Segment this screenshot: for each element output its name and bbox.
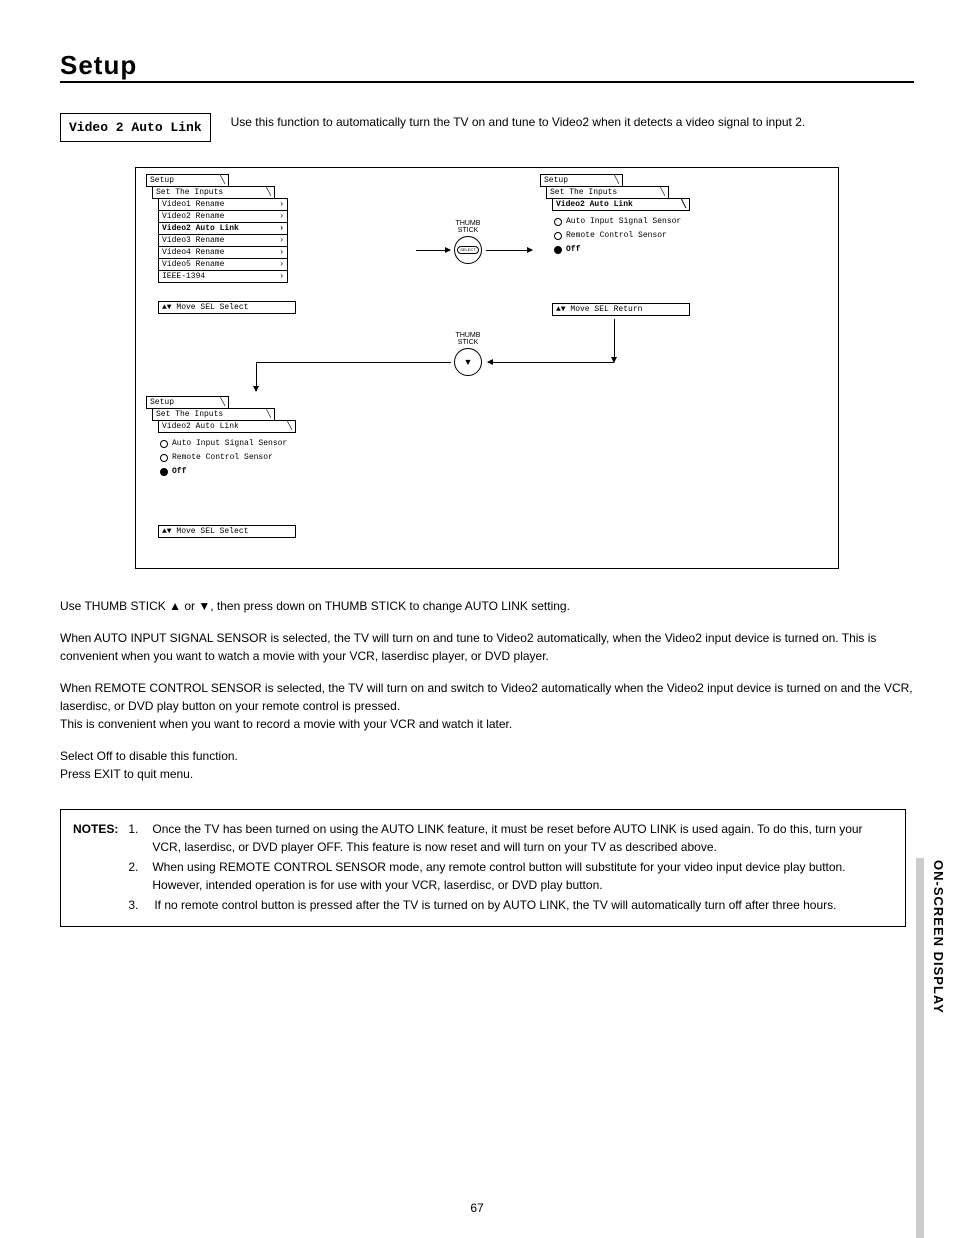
osd-menu-1: Setup╲ Set The Inputs╲ Video1 Rename› Vi…: [146, 174, 296, 314]
osd-diagram: Setup╲ Set The Inputs╲ Video1 Rename› Vi…: [135, 167, 839, 569]
osd2-footer: ▲▼ Move SEL Return: [552, 303, 690, 316]
osd1-item: IEEE-1394›: [158, 270, 288, 283]
thumbstick-icon: THUMB STICK SELECT: [454, 220, 482, 264]
flow-line: [614, 319, 615, 362]
flow-line: [256, 362, 451, 363]
notes-box: NOTES: 1.Once the TV has been turned on …: [60, 809, 906, 927]
osd1-footer: ▲▼ Move SEL Select: [158, 301, 296, 314]
body-p3: When REMOTE CONTROL SENSOR is selected, …: [60, 679, 914, 733]
osd2-option: Off: [554, 243, 690, 257]
note-item: 3.If no remote control button is pressed…: [128, 896, 893, 914]
osd3-crumb-2: Video2 Auto Link╲: [158, 420, 296, 433]
osd2-option: Remote Control Sensor: [554, 229, 690, 243]
feature-intro: Use this function to automatically turn …: [231, 113, 806, 131]
osd-menu-2: Setup╲ Set The Inputs╲ Video2 Auto Link╲…: [540, 174, 690, 316]
body-p1: Use THUMB STICK ▲ or ▼, then press down …: [60, 597, 914, 615]
side-tab-label: ON-SCREEN DISPLAY: [931, 860, 946, 1014]
note-item: 1.Once the TV has been turned on using t…: [128, 820, 893, 856]
osd2-option: Auto Input Signal Sensor: [554, 215, 690, 229]
body-p4: Select Off to disable this function. Pre…: [60, 747, 914, 783]
osd-menu-3: Setup╲ Set The Inputs╲ Video2 Auto Link╲…: [146, 396, 296, 538]
body-p2: When AUTO INPUT SIGNAL SENSOR is selecte…: [60, 629, 914, 665]
osd3-option: Remote Control Sensor: [160, 451, 296, 465]
page-number: 67: [0, 1201, 954, 1215]
osd2-crumb-2: Video2 Auto Link╲: [552, 198, 690, 211]
osd3-option: Auto Input Signal Sensor: [160, 437, 296, 451]
notes-label: NOTES:: [73, 820, 118, 916]
thumbstick-icon: THUMB STICK ▼: [454, 332, 482, 376]
osd3-footer: ▲▼ Move SEL Select: [158, 525, 296, 538]
flow-line: [488, 362, 614, 363]
note-item: 2.When using REMOTE CONTROL SENSOR mode,…: [128, 858, 893, 894]
flow-line: [256, 363, 257, 391]
side-tab-bar: [916, 858, 924, 1238]
page-title: Setup: [60, 50, 137, 80]
osd3-option: Off: [160, 465, 296, 479]
feature-name-box: Video 2 Auto Link: [60, 113, 211, 142]
